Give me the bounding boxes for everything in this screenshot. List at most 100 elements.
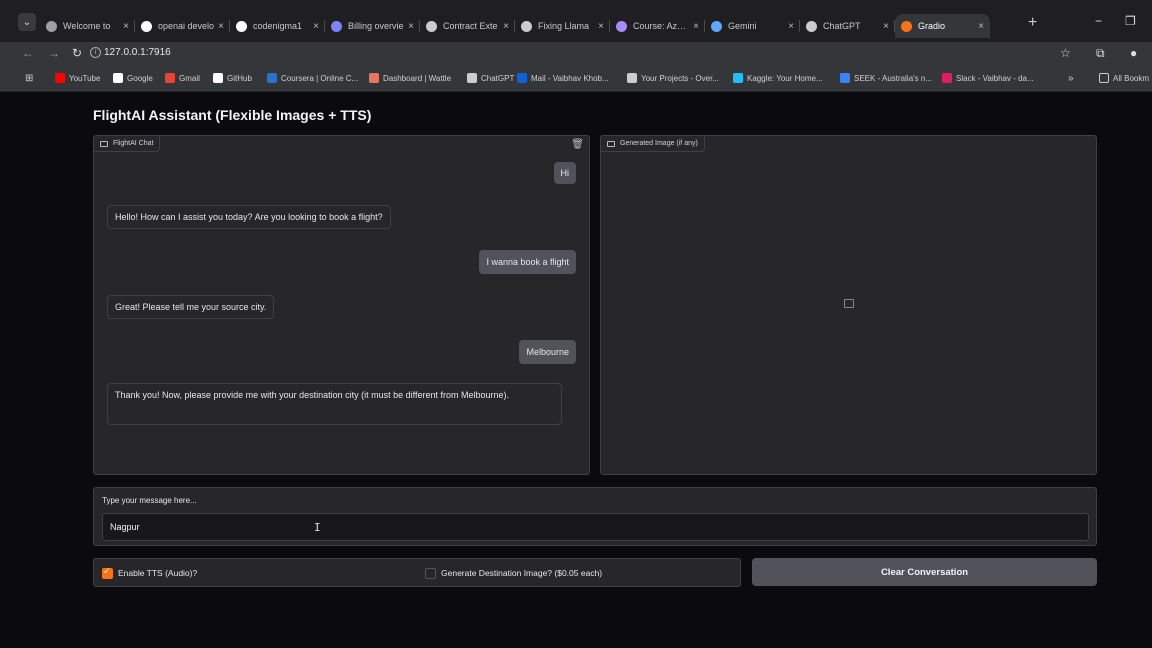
trash-icon[interactable]: 🗑 xyxy=(571,139,584,150)
bookmark-seek-australia-s-n[interactable]: SEEK - Australia's n... xyxy=(840,73,932,83)
message-input[interactable] xyxy=(102,513,1089,541)
browser-tab-contract-exte[interactable]: Contract Exte × xyxy=(420,14,515,38)
close-tab-icon[interactable]: × xyxy=(123,21,129,32)
course-icon xyxy=(616,20,627,32)
image-panel-label: Generated Image (if any) xyxy=(601,136,705,152)
clear-conversation-button[interactable]: Clear Conversation xyxy=(752,558,1097,586)
bookmark-star-icon[interactable]: ☆ xyxy=(1060,46,1071,60)
bookmark-favicon-icon xyxy=(369,73,379,83)
tab-search-icon[interactable]: ⌄ xyxy=(18,13,36,31)
close-tab-icon[interactable]: × xyxy=(503,21,509,32)
close-tab-icon[interactable]: × xyxy=(598,21,604,32)
tab-strip: Welcome to × openai develo × codenigma1 × Bill… xyxy=(40,14,990,38)
bookmark-favicon-icon xyxy=(55,73,65,83)
bookmark-slack-vaibhav-da[interactable]: Slack - Vaibhav - da... xyxy=(942,73,1034,83)
close-tab-icon[interactable]: × xyxy=(693,21,699,32)
extensions-icon[interactable]: ⧉ xyxy=(1096,46,1105,61)
bookmark-favicon-icon xyxy=(467,73,477,83)
bookmark-coursera-online-c[interactable]: Coursera | Online C... xyxy=(267,73,358,83)
openai-icon xyxy=(521,20,532,32)
text-cursor-icon: I xyxy=(314,521,321,534)
minimize-icon[interactable]: − xyxy=(1095,14,1102,28)
bookmark-dashboard-wattle[interactable]: Dashboard | Wattle xyxy=(369,73,451,83)
generated-image-panel: Generated Image (if any) xyxy=(600,135,1097,475)
bookmark-favicon-icon xyxy=(627,73,637,83)
chat-message-bot: Hello! How can I assist you today? Are y… xyxy=(107,205,391,229)
chat-message-user: Hi xyxy=(553,162,576,184)
bookmark-favicon-icon xyxy=(942,73,952,83)
message-input-block: Type your message here... I xyxy=(93,487,1097,546)
page-title: FlightAI Assistant (Flexible Images + TT… xyxy=(93,107,372,123)
chat-panel: FlightAI Chat 🗑 Hi Hello! How can I assi… xyxy=(93,135,590,475)
site-info-icon[interactable]: i xyxy=(90,47,101,58)
folder-icon xyxy=(1099,73,1109,83)
image-placeholder-icon xyxy=(844,299,854,308)
maximize-icon[interactable]: ❐ xyxy=(1125,14,1136,28)
gradio-icon xyxy=(901,20,912,32)
image-gen-label: Generate Destination Image? ($0.05 each) xyxy=(441,568,603,578)
browser-tab-chatgpt[interactable]: ChatGPT × xyxy=(800,14,895,38)
tts-label: Enable TTS (Audio)? xyxy=(118,568,198,578)
reload-icon[interactable]: ↻ xyxy=(72,46,82,60)
bookmarks-bar: ⊞ YouTube Google Gmail GitHub Coursera | Onl… xyxy=(0,66,1152,92)
bookmark-chatgpt[interactable]: ChatGPT xyxy=(467,73,514,83)
apps-grid-icon[interactable]: ⊞ xyxy=(25,73,33,84)
bookmark-favicon-icon xyxy=(733,73,743,83)
url-field[interactable]: 127.0.0.1:7916 xyxy=(104,47,171,58)
input-label: Type your message here... xyxy=(102,496,197,505)
close-tab-icon[interactable]: × xyxy=(788,21,794,32)
browser-tab-fixing-llama[interactable]: Fixing Llama × xyxy=(515,14,610,38)
image-gen-checkbox[interactable] xyxy=(425,568,436,579)
new-tab-icon[interactable]: + xyxy=(1028,14,1037,32)
forward-icon[interactable]: → xyxy=(48,46,60,60)
chat-message-bot: Thank you! Now, please provide me with y… xyxy=(107,383,562,425)
chat-message-bot: Great! Please tell me your source city. xyxy=(107,295,275,319)
bookmark-favicon-icon xyxy=(213,73,223,83)
close-tab-icon[interactable]: × xyxy=(408,21,414,32)
bookmark-kaggle-your-home[interactable]: Kaggle: Your Home... xyxy=(733,73,823,83)
google-icon xyxy=(141,20,152,32)
bookmark-mail-vaibhav-khob[interactable]: Mail - Vaibhav Khob... xyxy=(517,73,609,83)
browser-tab-gemini[interactable]: Gemini × xyxy=(705,14,800,38)
address-bar: ← → ↻ i 127.0.0.1:7916 ☆ ⧉ ● xyxy=(0,42,1152,66)
image-label-icon xyxy=(607,140,615,147)
browser-tab-bar: ⌄ Welcome to × openai develo × codenigma1 × Bi… xyxy=(0,0,1152,42)
bookmark-favicon-icon xyxy=(840,73,850,83)
browser-tab-billing-overvie[interactable]: Billing overvie × xyxy=(325,14,420,38)
chrome-icon xyxy=(46,20,57,32)
billing-icon xyxy=(331,20,342,32)
browser-tab-gradio[interactable]: Gradio × xyxy=(895,14,990,38)
bookmark-favicon-icon xyxy=(113,73,123,83)
close-tab-icon[interactable]: × xyxy=(883,21,889,32)
close-tab-icon[interactable]: × xyxy=(218,21,224,32)
all-bookmarks[interactable]: All Bookm xyxy=(1099,73,1149,83)
chat-panel-label: FlightAI Chat xyxy=(94,136,161,152)
options-row: Enable TTS (Audio)? Generate Destination… xyxy=(93,558,741,587)
openai-icon xyxy=(426,20,437,32)
browser-tab-openai-develo[interactable]: openai develo × xyxy=(135,14,230,38)
close-tab-icon[interactable]: × xyxy=(978,21,984,32)
chat-message-user: I wanna book a flight xyxy=(479,250,576,274)
close-tab-icon[interactable]: × xyxy=(313,21,319,32)
profile-avatar-icon[interactable]: ● xyxy=(1130,46,1137,60)
bookmark-favicon-icon xyxy=(267,73,277,83)
github-icon xyxy=(236,20,247,32)
bookmark-youtube[interactable]: YouTube xyxy=(55,73,100,83)
browser-tab-codenigma1[interactable]: codenigma1 × xyxy=(230,14,325,38)
back-icon[interactable]: ← xyxy=(22,46,34,60)
gemini-icon xyxy=(711,20,722,32)
chat-icon xyxy=(100,140,108,147)
bookmark-github[interactable]: GitHub xyxy=(213,73,252,83)
bookmark-google[interactable]: Google xyxy=(113,73,153,83)
more-bookmarks-icon[interactable]: » xyxy=(1068,73,1074,84)
tts-checkbox[interactable] xyxy=(102,566,113,579)
browser-tab-welcome-to[interactable]: Welcome to × xyxy=(40,14,135,38)
gradio-app: FlightAI Assistant (Flexible Images + TT… xyxy=(0,93,1152,648)
chat-message-user: Melbourne xyxy=(519,340,576,364)
openai-icon xyxy=(806,20,817,32)
browser-tab-course-azure[interactable]: Course: Azure × xyxy=(610,14,705,38)
bookmark-favicon-icon xyxy=(165,73,175,83)
bookmark-favicon-icon xyxy=(517,73,527,83)
bookmark-gmail[interactable]: Gmail xyxy=(165,73,200,83)
bookmark-your-projects-over[interactable]: Your Projects - Over... xyxy=(627,73,719,83)
